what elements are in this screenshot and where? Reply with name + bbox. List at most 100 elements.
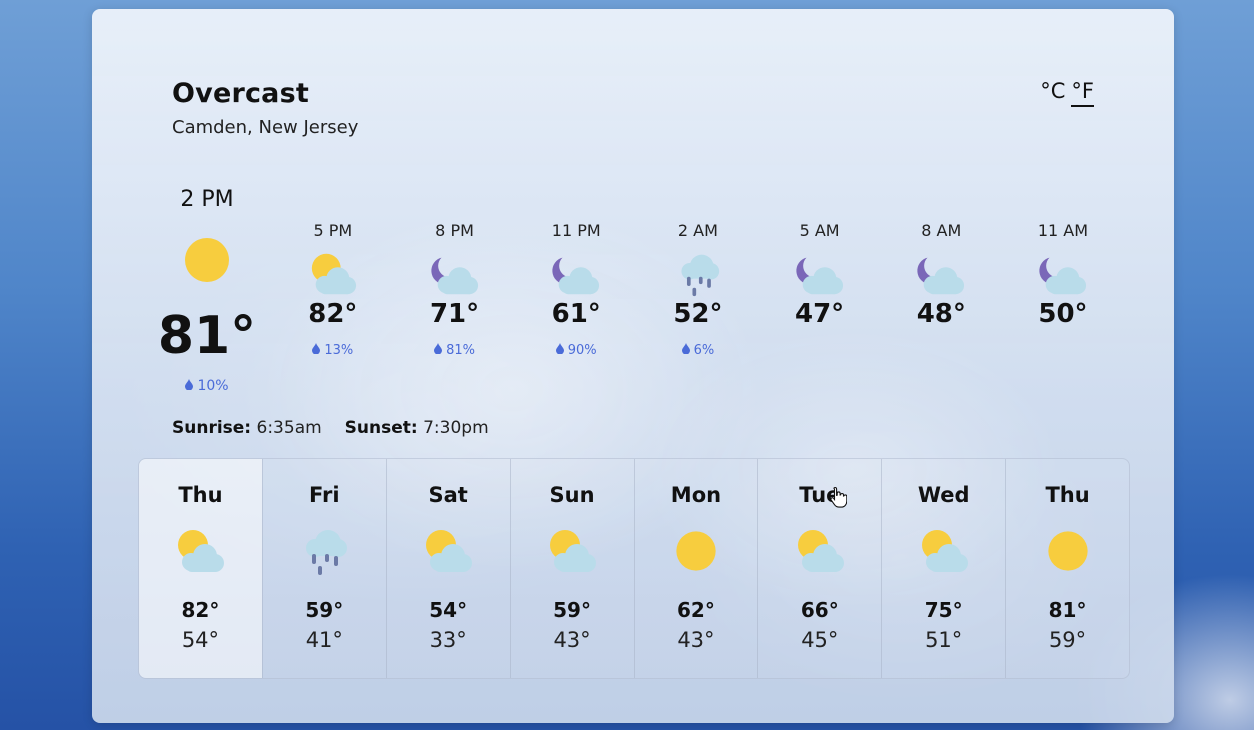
hour-item: 8 PM 71° 81% [394, 221, 516, 359]
rain-icon [673, 251, 723, 297]
day-high: 62° [677, 598, 715, 622]
day-item-thu[interactable]: Thu 82° 54° [139, 459, 262, 678]
day-low: 59° [1048, 628, 1087, 652]
day-name: Sun [549, 483, 595, 507]
celsius-toggle[interactable]: °C [1040, 79, 1065, 107]
partly-cloudy-night-icon [795, 251, 845, 297]
current-temp: 81° [157, 306, 257, 366]
hour-precip [880, 341, 1002, 359]
day-low: 33° [429, 628, 467, 652]
raindrop-icon [312, 342, 321, 358]
hour-item: 5 PM 82° 13% [272, 221, 394, 359]
raindrop-icon [681, 342, 690, 358]
hour-temp: 52° [673, 299, 723, 329]
raindrop-icon [434, 342, 443, 358]
current-condition: Overcast [172, 78, 309, 109]
hour-temp: 71° [429, 299, 480, 329]
hour-time: 11 AM [1037, 221, 1089, 240]
raindrop-icon [185, 378, 194, 394]
partly-cloudy-day-icon [794, 526, 846, 576]
hour-precip-value: 81% [446, 342, 475, 358]
day-low: 45° [801, 628, 839, 652]
hour-temp: 47° [795, 299, 845, 329]
partly-cloudy-night-icon [551, 251, 601, 297]
current-hour: 2 PM 81° 10% [156, 187, 258, 394]
day-item-wed[interactable]: Wed 75° 51° [881, 459, 1006, 678]
rain-icon [298, 526, 350, 576]
raindrop-icon [555, 342, 564, 358]
partly-cloudy-day-icon [918, 526, 970, 576]
partly-cloudy-day-icon [308, 251, 358, 297]
hour-item: 11 AM 50° [1002, 221, 1124, 359]
day-low: 43° [677, 628, 715, 652]
partly-cloudy-day-icon [174, 526, 226, 576]
hour-time: 5 PM [313, 221, 353, 240]
hour-time: 2 AM [677, 221, 718, 240]
partly-cloudy-night-icon [1038, 251, 1088, 297]
fahrenheit-toggle[interactable]: °F [1071, 79, 1094, 107]
day-high: 82° [181, 598, 220, 622]
sun-icon [1042, 526, 1094, 576]
sunset: Sunset: 7:30pm [345, 418, 489, 438]
day-name: Wed [917, 483, 970, 507]
partly-cloudy-day-icon [422, 526, 474, 576]
hour-temp: 61° [551, 299, 601, 329]
day-item-thu-next[interactable]: Thu 81° 59° [1005, 459, 1129, 678]
day-item-tue[interactable]: Tue 66° 45° [757, 459, 882, 678]
day-high: 81° [1048, 598, 1087, 622]
current-location: Camden, New Jersey [172, 117, 359, 138]
hour-temp: 48° [916, 299, 966, 329]
current-precip-value: 10% [197, 378, 229, 394]
sunset-label: Sunset: [344, 418, 418, 438]
day-name: Tue [799, 483, 841, 507]
day-high: 75° [924, 598, 963, 622]
hour-time: 8 PM [435, 221, 474, 240]
hour-item: 8 AM 48° [880, 221, 1002, 359]
day-low: 43° [553, 628, 591, 652]
current-precip: 10% [156, 378, 258, 394]
partly-cloudy-night-icon [430, 251, 480, 297]
day-item-sat[interactable]: Sat 54° 33° [385, 459, 510, 678]
hour-temp: 50° [1038, 299, 1088, 329]
day-item-mon[interactable]: Mon 62° 43° [633, 459, 758, 678]
day-name: Sat [428, 483, 468, 507]
day-name: Fri [309, 483, 340, 507]
day-high: 59° [305, 598, 344, 622]
partly-cloudy-night-icon [916, 251, 966, 297]
hour-time: 11 PM [551, 221, 601, 240]
day-high: 66° [800, 598, 839, 622]
hand-cursor-icon [830, 486, 847, 508]
hour-item: 2 AM 52° 6% [637, 221, 759, 359]
partly-cloudy-day-icon [546, 526, 598, 576]
day-low: 54° [181, 628, 220, 652]
hour-precip [759, 341, 881, 359]
hour-precip-value: 90% [567, 342, 597, 358]
sun-icon [670, 526, 722, 576]
hour-precip: 13% [272, 341, 394, 359]
day-low: 41° [305, 628, 343, 652]
hour-time: 5 AM [799, 221, 840, 240]
day-item-sun[interactable]: Sun 59° 43° [509, 459, 634, 678]
weather-card: Overcast Camden, New Jersey °C °F 2 PM 8… [92, 9, 1174, 723]
hour-precip: 6% [637, 341, 759, 359]
sunrise-label: Sunrise: [172, 418, 252, 438]
daily-forecast: Thu 82° 54° Fri 59° 41° Sat 54° 33° Sun … [138, 458, 1130, 679]
hour-precip-value: 6% [693, 342, 715, 358]
hour-time: 8 AM [921, 221, 962, 240]
hour-item: 11 PM 61° 90% [515, 221, 637, 359]
day-item-fri[interactable]: Fri 59° 41° [261, 459, 386, 678]
sunrise: Sunrise: 6:35am [172, 418, 322, 438]
hour-precip-value: 13% [324, 342, 354, 358]
current-time: 2 PM [180, 187, 234, 212]
sun-icon [179, 232, 235, 288]
hour-precip [1002, 341, 1124, 359]
hour-item: 5 AM 47° [759, 221, 881, 359]
day-name: Mon [670, 483, 722, 507]
day-high: 59° [553, 598, 591, 622]
day-name: Thu [178, 483, 223, 507]
day-high: 54° [429, 598, 468, 622]
hour-temp: 82° [308, 299, 358, 329]
sunrise-time: 6:35am [256, 418, 322, 438]
day-name: Thu [1045, 483, 1090, 507]
hour-precip: 81% [394, 341, 516, 359]
